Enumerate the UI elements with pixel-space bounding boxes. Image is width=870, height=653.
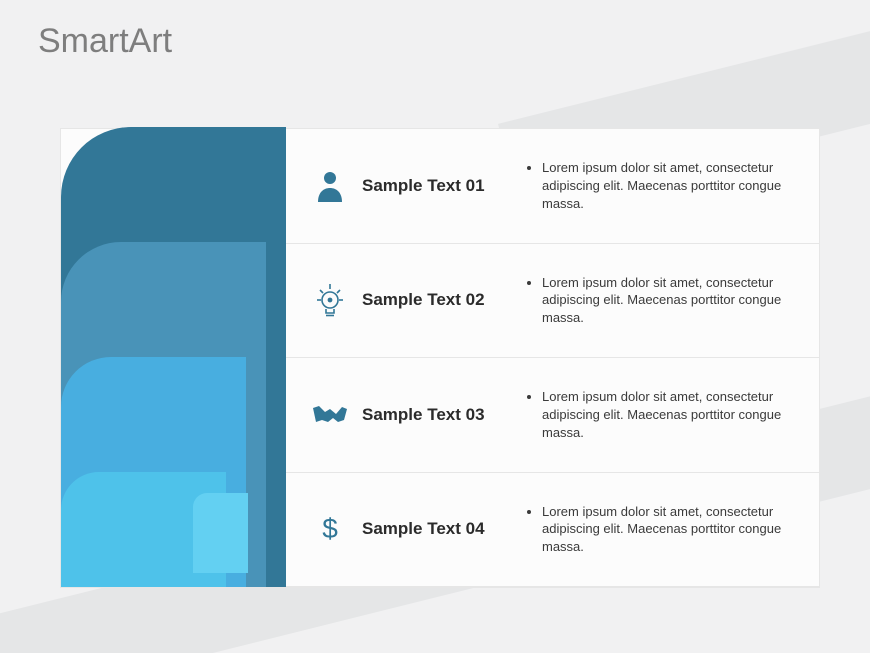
svg-text:$: $	[322, 513, 338, 544]
handshake-icon	[304, 402, 356, 428]
row-desc: Lorem ipsum dolor sit amet, consectetur …	[526, 388, 805, 441]
list-item: Sample Text 01 Lorem ipsum dolor sit ame…	[286, 129, 819, 244]
dollar-icon: $	[304, 512, 356, 546]
smartart-card: Sample Text 01 Lorem ipsum dolor sit ame…	[60, 128, 820, 588]
list-item: $ Sample Text 04 Lorem ipsum dolor sit a…	[286, 473, 819, 588]
lightbulb-icon	[304, 282, 356, 318]
rows-container: Sample Text 01 Lorem ipsum dolor sit ame…	[286, 129, 819, 587]
row-desc-text: Lorem ipsum dolor sit amet, consectetur …	[542, 388, 805, 441]
row-desc-text: Lorem ipsum dolor sit amet, consectetur …	[542, 274, 805, 327]
list-item: Sample Text 02 Lorem ipsum dolor sit ame…	[286, 244, 819, 359]
layer-shape-inner	[193, 493, 248, 573]
row-label: Sample Text 04	[356, 519, 526, 539]
row-desc: Lorem ipsum dolor sit amet, consectetur …	[526, 159, 805, 212]
row-label: Sample Text 02	[356, 290, 526, 310]
slide-title: SmartArt	[38, 22, 172, 61]
row-desc: Lorem ipsum dolor sit amet, consectetur …	[526, 503, 805, 556]
row-label: Sample Text 03	[356, 405, 526, 425]
row-label: Sample Text 01	[356, 176, 526, 196]
person-icon	[304, 170, 356, 202]
row-desc-text: Lorem ipsum dolor sit amet, consectetur …	[542, 503, 805, 556]
row-desc-text: Lorem ipsum dolor sit amet, consectetur …	[542, 159, 805, 212]
row-desc: Lorem ipsum dolor sit amet, consectetur …	[526, 274, 805, 327]
list-item: Sample Text 03 Lorem ipsum dolor sit ame…	[286, 358, 819, 473]
